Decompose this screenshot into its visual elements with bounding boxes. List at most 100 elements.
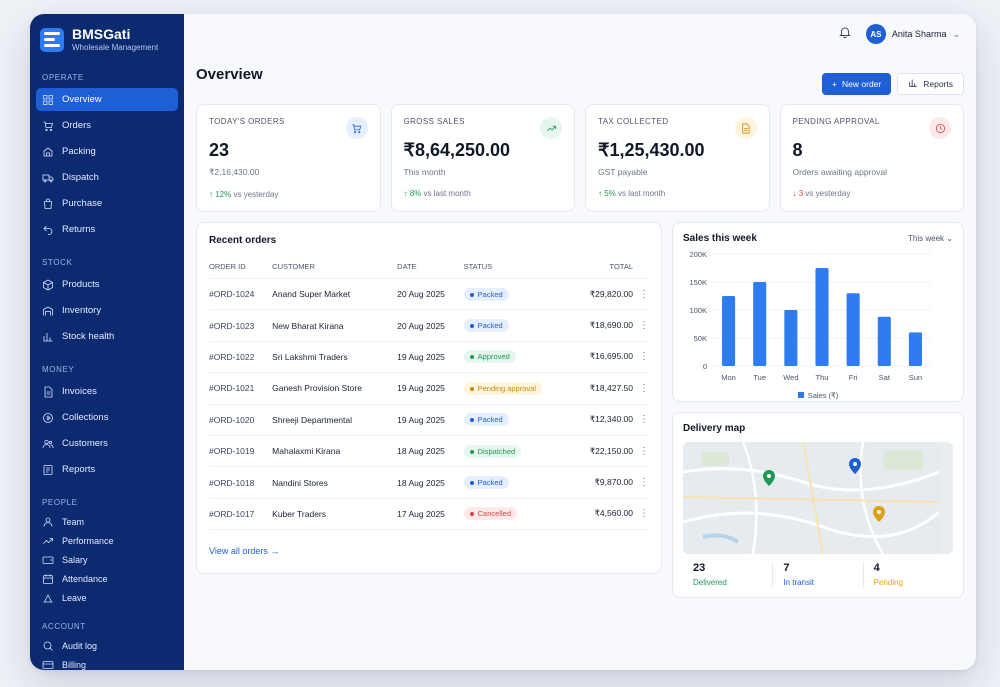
order-id[interactable]: #ORD-1018: [209, 466, 273, 499]
sidebar-item-customers[interactable]: Customers: [36, 432, 178, 455]
more-icon[interactable]: ⋮: [633, 404, 649, 436]
bar-fri[interactable]: [846, 293, 860, 366]
table-row[interactable]: #ORD-1023 New Bharat Kirana 20 Aug 2025 Pac…: [209, 309, 649, 342]
more-icon[interactable]: ⋮: [633, 435, 649, 468]
map-pin-pending-icon[interactable]: [873, 506, 885, 522]
more-icon[interactable]: ⋮: [633, 341, 649, 374]
kpi-card-tax-collected[interactable]: TAX COLLECTED ₹1,25,430.00 GST payable ↑ 5%…: [585, 104, 770, 212]
search-icon: [42, 640, 54, 652]
sidebar-item-reports[interactable]: Reports: [36, 458, 178, 481]
customer: Ganesh Provision Store: [272, 372, 398, 405]
customer: Mahalaxmi Kirana: [272, 435, 398, 468]
sidebar-item-stock-health[interactable]: Stock health: [36, 325, 178, 348]
sidebar-item-billing[interactable]: Billing: [36, 656, 178, 670]
sidebar-item-inventory[interactable]: Inventory: [36, 299, 178, 322]
sidebar-item-products[interactable]: Products: [36, 273, 178, 296]
kpi-trend: ↓ 3 vs yesterday: [793, 189, 952, 198]
sidebar-item-dispatch[interactable]: Dispatch: [36, 166, 178, 189]
order-id[interactable]: #ORD-1022: [209, 341, 273, 374]
sidebar-item-attendance[interactable]: Attendance: [36, 570, 178, 588]
table-row[interactable]: #ORD-1020 Shreeji Departmental 19 Aug 2025…: [209, 404, 649, 436]
sidebar-item-label: Inventory: [62, 305, 102, 316]
trend-value: 12%: [215, 190, 232, 199]
sidebar-item-purchase[interactable]: Purchase: [36, 192, 178, 215]
order-id[interactable]: #ORD-1019: [209, 435, 273, 468]
legend-label: Sales (₹): [807, 391, 839, 400]
section-label-money: MONEY: [42, 365, 75, 374]
view-all-orders-link[interactable]: View all orders →: [209, 546, 279, 556]
map-pin-transit-icon[interactable]: [849, 458, 861, 474]
order-id[interactable]: #ORD-1021: [209, 372, 273, 405]
sidebar-item-returns[interactable]: Returns: [36, 218, 178, 241]
more-icon[interactable]: ⋮: [633, 372, 649, 405]
sidebar-item-packing[interactable]: Packing: [36, 140, 178, 163]
right-column: Sales this week This week ⌄ 0 50K 100K 150K…: [672, 222, 964, 598]
sidebar-item-collections[interactable]: Collections: [36, 406, 178, 429]
bar-thu[interactable]: [815, 268, 829, 366]
sidebar-item-invoices[interactable]: Invoices: [36, 380, 178, 403]
more-icon[interactable]: ⋮: [633, 498, 649, 531]
order-id[interactable]: #ORD-1020: [209, 404, 273, 436]
sidebar-item-label: Collections: [62, 412, 109, 423]
section-label-people: PEOPLE: [42, 498, 78, 507]
new-order-button[interactable]: + New order: [822, 73, 892, 95]
reports-button[interactable]: Reports: [897, 73, 964, 95]
sidebar-item-team[interactable]: Team: [36, 513, 178, 531]
kpi-trend: ↑ 8% vs last month: [404, 189, 563, 198]
x-tick-label: Sat: [879, 373, 891, 382]
more-icon[interactable]: ⋮: [633, 309, 649, 342]
status-cell: Packed: [463, 404, 573, 436]
range-select[interactable]: This week ⌄: [908, 234, 953, 243]
kpi-value: ₹1,25,430.00: [598, 140, 705, 160]
bar-sun[interactable]: [908, 332, 922, 366]
stat-pending[interactable]: 4 Pending: [864, 562, 953, 587]
more-icon[interactable]: ⋮: [633, 466, 649, 499]
table-row[interactable]: #ORD-1017 Kuber Traders 17 Aug 2025 Cancell…: [209, 498, 649, 531]
sidebar-item-performance[interactable]: Performance: [36, 532, 178, 550]
sidebar-item-label: Orders: [62, 120, 92, 131]
sidebar-item-overview[interactable]: Overview: [36, 88, 178, 111]
table-row[interactable]: #ORD-1021 Ganesh Provision Store 19 Aug 20…: [209, 372, 649, 405]
trend-arrow-icon: ↑: [209, 190, 213, 199]
sidebar-item-label: Customers: [62, 438, 108, 449]
sidebar-item-leave[interactable]: Leave: [36, 589, 178, 607]
bar-chart-icon: [42, 331, 54, 343]
stat-value: 23: [693, 562, 706, 574]
bar-mon[interactable]: [722, 296, 736, 366]
page-actions: + New order Reports: [822, 73, 964, 95]
status-cell: Pending approval: [463, 372, 573, 405]
sales-card: Sales this week This week ⌄ 0 50K 100K 150K…: [672, 222, 964, 402]
sidebar-item-salary[interactable]: Salary: [36, 551, 178, 569]
bar-wed[interactable]: [784, 310, 798, 366]
x-tick-label: Thu: [816, 373, 829, 382]
clock-icon: [929, 117, 951, 139]
delivery-map-title: Delivery map: [683, 423, 746, 434]
table-row[interactable]: #ORD-1019 Mahalaxmi Kirana 18 Aug 2025 Disp…: [209, 435, 649, 468]
map-pin-delivered-icon[interactable]: [763, 470, 775, 486]
stat-in-transit[interactable]: 7 In transit: [773, 562, 864, 587]
order-id[interactable]: #ORD-1023: [209, 309, 273, 342]
kpi-card-gross-sales[interactable]: GROSS SALES ₹8,64,250.00 This month ↑ 8% vs…: [390, 104, 575, 212]
table-row[interactable]: #ORD-1024 Anand Super Market 20 Aug 2025 Pa…: [209, 278, 649, 311]
table-row[interactable]: #ORD-1022 Sri Lakshmi Traders 19 Aug 2025 A…: [209, 341, 649, 374]
total: ₹12,340.00: [572, 404, 633, 436]
user-menu[interactable]: AS Anita Sharma ⌄: [865, 24, 960, 44]
sidebar-item-audit-log[interactable]: Audit log: [36, 637, 178, 655]
cart-icon: [42, 120, 54, 132]
more-icon[interactable]: ⋮: [633, 278, 649, 311]
kpi-card-today-s-orders[interactable]: TODAY'S ORDERS 23 ₹2,16,430.00 ↑ 12% vs yes…: [196, 104, 381, 212]
order-id[interactable]: #ORD-1024: [209, 278, 273, 311]
delivery-map[interactable]: [683, 442, 953, 554]
sidebar-item-label: Team: [62, 517, 85, 527]
bar-sat[interactable]: [877, 316, 891, 366]
bar-tue[interactable]: [753, 282, 767, 366]
sidebar-item-orders[interactable]: Orders: [36, 114, 178, 137]
table-row[interactable]: #ORD-1018 Nandini Stores 18 Aug 2025 Packed…: [209, 466, 649, 499]
kpi-card-pending-approval[interactable]: PENDING APPROVAL 8 Orders awaiting approva…: [779, 104, 964, 212]
stat-delivered[interactable]: 23 Delivered: [683, 562, 774, 587]
status-badge: Packed: [463, 319, 509, 333]
x-tick-label: Sun: [909, 373, 922, 382]
bell-icon[interactable]: [838, 25, 852, 44]
order-id[interactable]: #ORD-1017: [209, 498, 273, 531]
invoice-icon: [42, 386, 54, 398]
